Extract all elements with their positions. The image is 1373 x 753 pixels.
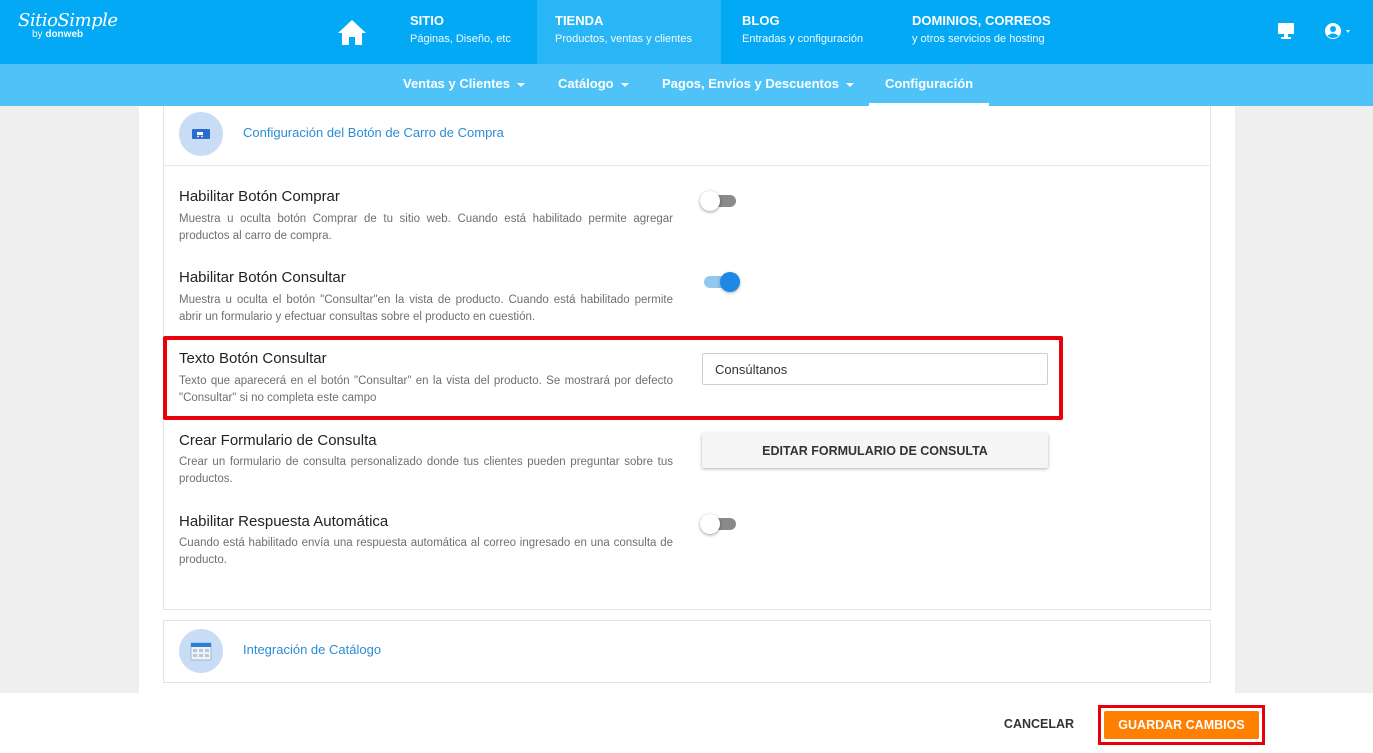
calendar-grid-icon xyxy=(179,629,223,673)
caret-down-icon xyxy=(620,82,629,87)
setting-description: Muestra u oculta el botón "Consultar"en … xyxy=(179,294,673,323)
nav-sitio[interactable]: SITIO Páginas, Diseño, etc xyxy=(392,0,529,64)
home-icon[interactable] xyxy=(336,16,368,48)
setting-description: Cuando está habilitado envía una respues… xyxy=(179,537,673,566)
setting-description: Muestra u oculta botón Comprar de tu sit… xyxy=(179,213,673,242)
edit-consult-form-button[interactable]: EDITAR FORMULARIO DE CONSULTA xyxy=(702,433,1048,468)
caret-down-icon xyxy=(846,82,855,87)
shopping-cart-icon xyxy=(179,112,223,156)
cancel-button[interactable]: CANCELAR xyxy=(992,708,1086,740)
brand-name: SitioSimple xyxy=(18,10,118,31)
save-changes-button[interactable]: GUARDAR CAMBIOS xyxy=(1104,711,1259,739)
top-navigation-bar: SitioSimple by donweb SITIO Páginas, Dis… xyxy=(0,0,1373,64)
toggle-habilitar-consultar[interactable] xyxy=(700,271,740,293)
brand-logo[interactable]: SitioSimple by donweb xyxy=(18,10,118,50)
setting-title-habilitar-comprar: Habilitar Botón Comprar xyxy=(179,188,340,205)
nav-dominios[interactable]: DOMINIOS, CORREOS y otros servicios de h… xyxy=(894,0,1069,64)
highlight-annotation-box xyxy=(163,336,1063,420)
caret-down-icon xyxy=(516,82,525,87)
brand-byline: by donweb xyxy=(32,29,84,40)
setting-title-habilitar-consultar: Habilitar Botón Consultar xyxy=(179,269,346,286)
subnav-pagos-envios[interactable]: Pagos, Envíos y Descuentos xyxy=(662,64,855,106)
setting-title-respuesta-automatica: Habilitar Respuesta Automática xyxy=(179,513,389,530)
card-title: Integración de Catálogo xyxy=(243,642,382,657)
card-header[interactable]: Configuración del Botón de Carro de Comp… xyxy=(164,106,1210,166)
subnav-ventas-clientes[interactable]: Ventas y Clientes xyxy=(403,64,525,106)
nav-blog[interactable]: BLOG Entradas y configuración xyxy=(724,0,881,64)
subnav-catalogo[interactable]: Catálogo xyxy=(558,64,629,106)
toggle-respuesta-automatica[interactable] xyxy=(700,513,740,535)
card-title: Configuración del Botón de Carro de Comp… xyxy=(243,125,504,140)
user-account-icon[interactable] xyxy=(1323,20,1359,47)
setting-description: Crear un formulario de consulta personal… xyxy=(179,456,673,485)
subnav-configuracion[interactable]: Configuración xyxy=(868,64,990,106)
setting-title-crear-formulario: Crear Formulario de Consulta xyxy=(179,432,377,449)
store-subnavigation: Ventas y Clientes Catálogo Pagos, Envíos… xyxy=(0,64,1373,106)
toggle-habilitar-comprar[interactable] xyxy=(700,190,740,212)
nav-tienda[interactable]: TIENDA Productos, ventas y clientes xyxy=(537,0,721,64)
monitor-icon[interactable] xyxy=(1276,20,1296,47)
catalog-integration-card[interactable]: Integración de Catálogo xyxy=(163,620,1211,683)
